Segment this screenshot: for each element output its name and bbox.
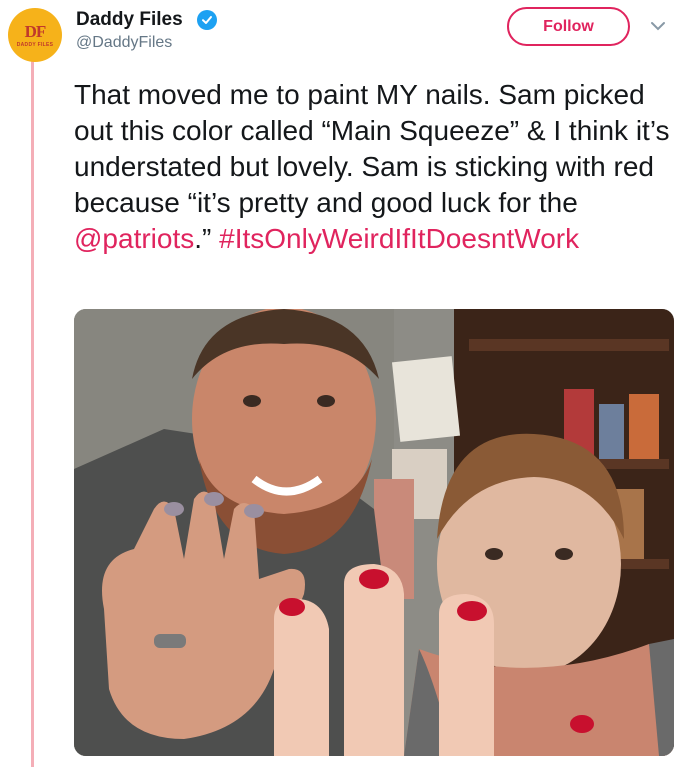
tweet-photo[interactable] xyxy=(74,309,674,756)
hashtag-link[interactable]: #ItsOnlyWeirdIfItDoesntWork xyxy=(219,223,579,254)
chevron-down-icon[interactable] xyxy=(650,20,666,32)
avatar-monogram: DF xyxy=(24,21,47,41)
author-handle[interactable]: @DaddyFiles xyxy=(76,34,172,52)
tweet-text-body: That moved me to paint MY nails. Sam pic… xyxy=(74,79,670,218)
thread-line xyxy=(31,58,34,767)
tweet-text-tail: .” xyxy=(194,223,220,254)
mention-link[interactable]: @patriots xyxy=(74,223,194,254)
follow-button[interactable]: Follow xyxy=(507,7,630,46)
tweet-text: That moved me to paint MY nails. Sam pic… xyxy=(74,77,674,257)
avatar-subtext: DADDY FILES xyxy=(16,41,54,48)
avatar[interactable]: DF DADDY FILES xyxy=(8,8,62,62)
author-name[interactable]: Daddy Files xyxy=(76,9,183,31)
photo-illustration xyxy=(74,309,674,756)
verified-badge-icon xyxy=(197,10,217,30)
